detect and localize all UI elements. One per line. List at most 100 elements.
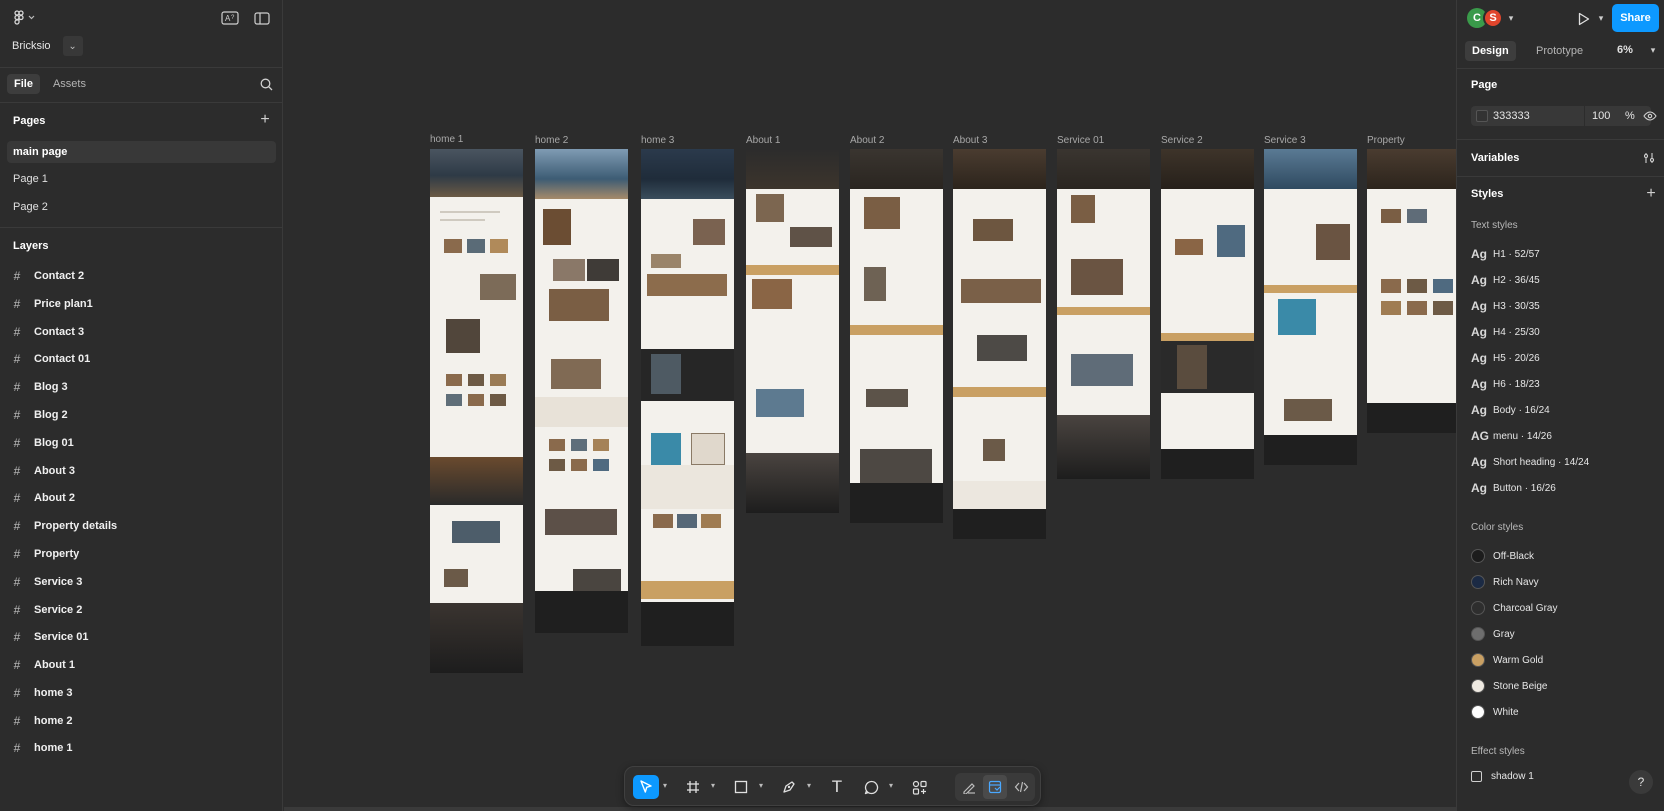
frame-label[interactable]: home 1 [430,134,463,145]
frame-thumbnail-about-2[interactable] [850,149,943,523]
text-style-item[interactable]: Ag H5 · 20/26 [1471,349,1540,367]
ai-translate-icon[interactable]: A? [220,9,240,27]
chevron-down-icon[interactable]: ▾ [889,781,893,790]
sliders-icon[interactable] [1641,150,1657,166]
frame-thumbnail-home-1[interactable] [430,149,523,673]
chevron-down-icon[interactable]: ▾ [807,781,811,790]
chevron-down-icon[interactable]: ▾ [663,781,667,790]
text-style-item[interactable]: Ag H1 · 52/57 [1471,245,1540,263]
sidebar-toggle-icon[interactable] [252,9,272,27]
text-tool-icon[interactable]: T [825,775,849,799]
move-tool-icon[interactable] [633,775,659,799]
layer-item[interactable]: # home 1 [0,737,283,759]
frame-label[interactable]: Property [1367,135,1405,146]
present-play-icon[interactable] [1575,10,1593,28]
frame-thumbnail-service-3[interactable] [1264,149,1357,465]
frame-thumbnail-service-2[interactable] [1161,149,1254,479]
page-background-field[interactable]: 333333 100 % [1471,106,1651,126]
pen-tool-icon[interactable] [777,775,801,799]
frame-label[interactable]: About 1 [746,135,780,146]
frame-label[interactable]: home 3 [641,135,674,146]
page-item[interactable]: Page 2 [7,196,276,218]
layer-item[interactable]: # About 1 [0,654,283,676]
chevron-down-icon[interactable]: ▾ [1505,12,1517,24]
page-color-value[interactable]: 333333 [1493,110,1530,122]
frame-label[interactable]: Service 3 [1264,135,1306,146]
layer-item[interactable]: # Service 01 [0,626,283,648]
color-style-item[interactable]: Stone Beige [1471,677,1548,695]
layer-item[interactable]: # Service 2 [0,599,283,621]
dev-mode-icon[interactable] [1009,775,1033,799]
layer-item[interactable]: # Contact 2 [0,265,283,287]
page-item[interactable]: Page 1 [7,168,276,190]
share-button[interactable]: Share [1612,4,1659,32]
frame-thumbnail-service-01[interactable] [1057,149,1150,479]
rectangle-tool-icon[interactable] [729,775,753,799]
chevron-down-icon[interactable]: ▾ [1647,44,1659,56]
text-style-item[interactable]: Ag H6 · 18/23 [1471,375,1540,393]
chevron-down-icon[interactable]: ▾ [1595,12,1607,24]
color-style-item[interactable]: Off-Black [1471,547,1534,565]
frame-thumbnail-about-1[interactable] [746,149,839,513]
avatar[interactable]: S [1483,8,1503,28]
text-style-item[interactable]: Ag Short heading · 14/24 [1471,453,1589,471]
layer-item[interactable]: # Blog 01 [0,432,283,454]
add-page-icon[interactable]: + [256,111,274,129]
frame-thumbnail-property[interactable] [1367,149,1456,433]
tab-assets[interactable]: Assets [46,74,93,94]
comment-tool-icon[interactable] [859,775,883,799]
layer-item[interactable]: # Blog 3 [0,376,283,398]
zoom-level[interactable]: 6% [1617,44,1633,56]
frame-thumbnail-home-2[interactable] [535,149,628,633]
layer-item[interactable]: # Property [0,543,283,565]
frame-tool-icon[interactable] [681,775,705,799]
design-canvas[interactable]: home 1 home 2 home 3 About 1 About 2 Abo… [284,0,1456,811]
eye-icon[interactable] [1642,108,1658,124]
layer-item[interactable]: # Price plan1 [0,293,283,315]
frame-label[interactable]: About 3 [953,135,987,146]
chevron-down-icon[interactable]: ▾ [711,781,715,790]
help-button[interactable]: ? [1629,770,1653,794]
layer-item[interactable]: # Contact 01 [0,348,283,370]
search-icon[interactable] [256,74,276,94]
chevron-down-icon[interactable]: ▾ [759,781,763,790]
layer-item[interactable]: # Contact 3 [0,321,283,343]
frame-label[interactable]: Service 2 [1161,135,1203,146]
layer-item[interactable]: # About 2 [0,487,283,509]
tab-prototype[interactable]: Prototype [1529,41,1590,61]
frame-label[interactable]: home 2 [535,135,568,146]
color-swatch[interactable] [1476,110,1488,122]
layer-item[interactable]: # home 2 [0,710,283,732]
project-switcher[interactable]: Bricksio ⌄ [10,36,83,56]
text-style-item[interactable]: Ag Body · 16/24 [1471,401,1550,419]
page-item[interactable]: main page [7,141,276,163]
add-style-icon[interactable]: + [1642,185,1660,203]
tab-design[interactable]: Design [1465,41,1516,61]
design-mode-icon[interactable] [983,775,1007,799]
text-style-item[interactable]: Ag H3 · 30/35 [1471,297,1540,315]
figma-menu-icon[interactable] [12,8,38,28]
frame-label[interactable]: Service 01 [1057,135,1104,146]
text-style-item[interactable]: Ag H2 · 36/45 [1471,271,1540,289]
layer-item[interactable]: # Property details [0,515,283,537]
frame-thumbnail-home-3[interactable] [641,149,734,646]
page-opacity-value[interactable]: 100 [1592,110,1610,122]
draw-mode-icon[interactable] [957,775,981,799]
color-style-item[interactable]: White [1471,703,1519,721]
text-style-item[interactable]: Ag Button · 16/26 [1471,479,1556,497]
frame-thumbnail-about-3[interactable] [953,149,1046,539]
color-style-item[interactable]: Rich Navy [1471,573,1539,591]
layer-item[interactable]: # About 3 [0,460,283,482]
text-style-item[interactable]: Ag H4 · 25/30 [1471,323,1540,341]
layer-item[interactable]: # home 3 [0,682,283,704]
frame-label[interactable]: About 2 [850,135,884,146]
text-style-item[interactable]: AG menu · 14/26 [1471,427,1552,445]
effect-style-item[interactable]: shadow 1 [1471,771,1534,782]
color-style-item[interactable]: Warm Gold [1471,651,1543,669]
layer-item[interactable]: # Service 3 [0,571,283,593]
color-style-item[interactable]: Charcoal Gray [1471,599,1557,617]
chevron-down-icon[interactable]: ⌄ [62,36,83,56]
color-style-item[interactable]: Gray [1471,625,1515,643]
layer-item[interactable]: # Blog 2 [0,404,283,426]
tab-file[interactable]: File [7,74,40,94]
